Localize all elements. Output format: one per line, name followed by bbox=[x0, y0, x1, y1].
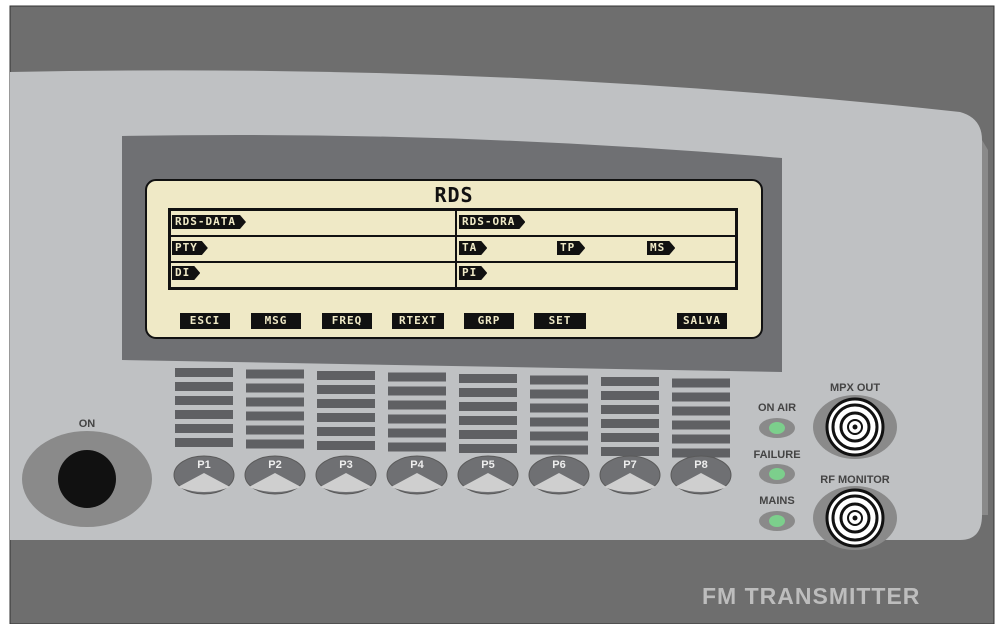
field-pi: PI bbox=[459, 266, 487, 280]
field-ta: TA bbox=[459, 241, 487, 255]
connector-mpx-out[interactable] bbox=[813, 395, 897, 459]
led-mains bbox=[759, 511, 795, 531]
button-p8-label: P8 bbox=[694, 459, 708, 471]
power-switch-knob[interactable] bbox=[58, 450, 116, 508]
power-switch[interactable] bbox=[22, 431, 152, 527]
softkey-salva[interactable]: SALVA bbox=[677, 313, 727, 329]
softkey-esci[interactable]: ESCI bbox=[180, 313, 230, 329]
field-pty: PTY bbox=[172, 241, 208, 255]
button-p4-label: P4 bbox=[410, 459, 424, 471]
panel-right-edge bbox=[982, 140, 988, 515]
button-p5-label: P5 bbox=[481, 459, 495, 471]
led-failure bbox=[759, 464, 795, 484]
grid-divider bbox=[171, 235, 735, 237]
softkey-set[interactable]: SET bbox=[534, 313, 586, 329]
button-p6-label: P6 bbox=[552, 459, 566, 471]
field-ms: MS bbox=[647, 241, 675, 255]
power-label: ON bbox=[78, 418, 96, 430]
mpx-out-label: MPX OUT bbox=[829, 382, 881, 394]
button-p1-label: P1 bbox=[197, 459, 211, 471]
softkey-grp[interactable]: GRP bbox=[464, 313, 514, 329]
field-tp: TP bbox=[557, 241, 585, 255]
grid-divider bbox=[455, 211, 457, 287]
button-p3-label: P3 bbox=[339, 459, 353, 471]
softkey-msg[interactable]: MSG bbox=[251, 313, 301, 329]
button-p7-label: P7 bbox=[623, 459, 637, 471]
button-p2-label: P2 bbox=[268, 459, 282, 471]
transmitter-front-panel bbox=[9, 5, 995, 624]
field-rds-data: RDS-DATA bbox=[172, 215, 246, 229]
brand-label: FM TRANSMITTER bbox=[702, 583, 921, 609]
softkey-freq[interactable]: FREQ bbox=[322, 313, 372, 329]
softkey-rtext[interactable]: RTEXT bbox=[392, 313, 444, 329]
connector-rf-monitor[interactable] bbox=[813, 486, 897, 550]
rf-monitor-label: RF MONITOR bbox=[820, 474, 890, 486]
led-on-air-label: ON AIR bbox=[757, 402, 797, 414]
lcd-title: RDS bbox=[434, 183, 474, 207]
field-rds-ora: RDS-ORA bbox=[459, 215, 525, 229]
grid-divider bbox=[171, 261, 735, 263]
led-on-air bbox=[759, 418, 795, 438]
led-failure-label: FAILURE bbox=[753, 449, 801, 461]
field-di: DI bbox=[172, 266, 200, 280]
led-mains-label: MAINS bbox=[759, 495, 795, 507]
